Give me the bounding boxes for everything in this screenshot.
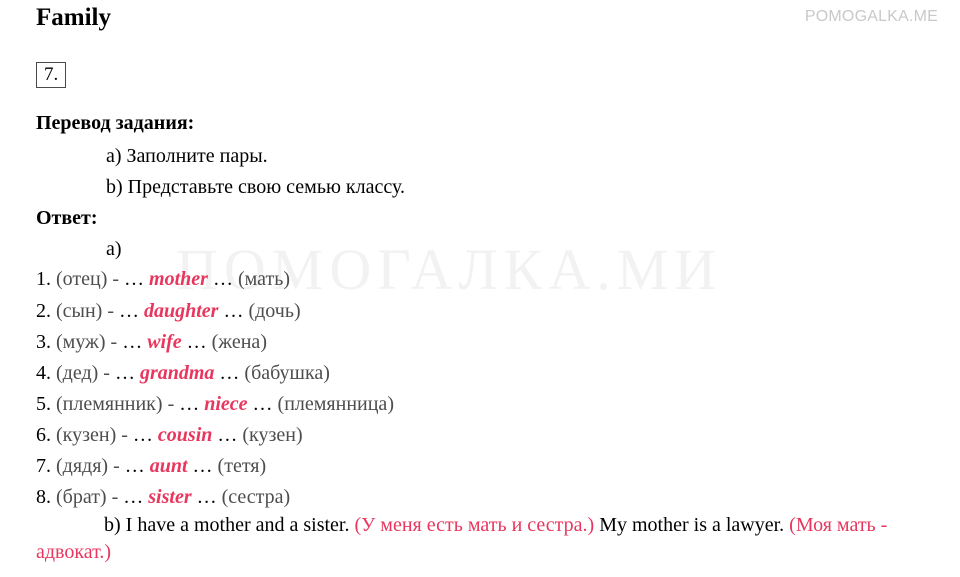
pair-dots-after: … bbox=[217, 424, 238, 446]
part-b-label: b) bbox=[104, 514, 121, 536]
page-title: Family bbox=[36, 4, 111, 31]
watermark-site-name: POMOGALKA.ME bbox=[804, 8, 938, 25]
pair-translation: (дочь) bbox=[248, 300, 301, 322]
pair-translation: (племянница) bbox=[277, 393, 394, 415]
pair-dots-before: … bbox=[123, 486, 144, 508]
pair-number: 5. bbox=[36, 393, 51, 415]
pair-prompt: (дед) - bbox=[56, 362, 110, 384]
pair-number: 4. bbox=[36, 362, 51, 384]
pair-dots-after: … bbox=[223, 300, 244, 322]
pair-dots-after: … bbox=[252, 393, 273, 415]
pair-row: 8. (брат) - … sister … (сестра) bbox=[36, 486, 290, 509]
pair-answer: grandma bbox=[139, 362, 215, 384]
pair-answer: niece bbox=[204, 393, 248, 415]
pair-dots-before: … bbox=[124, 455, 145, 477]
translation-line-b: b) Представьте свою семью классу. bbox=[106, 176, 405, 198]
pair-answer: mother bbox=[149, 268, 208, 290]
pair-number: 1. bbox=[36, 268, 51, 290]
pair-dots-before: … bbox=[114, 362, 135, 384]
part-b-sentence-2: My mother is a lawyer. bbox=[599, 514, 785, 536]
pair-answer: cousin bbox=[157, 424, 213, 446]
pair-dots-after: … bbox=[192, 455, 213, 477]
pair-translation: (мать) bbox=[237, 268, 291, 290]
part-b-sentence-1: I have a mother and a sister. bbox=[125, 514, 350, 536]
pair-number: 8. bbox=[36, 486, 51, 508]
answer-part-a-label: a) bbox=[106, 238, 122, 260]
pair-prompt: (дядя) - bbox=[56, 455, 120, 477]
part-b-note-1: (У меня есть мать и сестра.) bbox=[354, 514, 595, 536]
pair-row: 3. (муж) - … wife … (жена) bbox=[36, 331, 267, 354]
pair-answer: daughter bbox=[144, 300, 219, 322]
pair-translation: (сестра) bbox=[221, 486, 291, 508]
pair-prompt: (кузен) - bbox=[56, 424, 128, 446]
pair-number: 7. bbox=[36, 455, 51, 477]
pair-row: 6. (кузен) - … cousin … (кузен) bbox=[36, 424, 303, 447]
pair-dots-after: … bbox=[219, 362, 240, 384]
pair-translation: (жена) bbox=[211, 331, 267, 353]
document-page: ПОМОГАЛКА.МИ POMOGALKA.ME Family 7. Пере… bbox=[0, 0, 960, 577]
pair-number: 3. bbox=[36, 331, 51, 353]
pair-dots-before: … bbox=[122, 331, 143, 353]
pair-dots-before: … bbox=[179, 393, 200, 415]
pair-prompt: (сын) - bbox=[56, 300, 114, 322]
pair-dots-before: … bbox=[124, 268, 145, 290]
pair-row: 4. (дед) - … grandma … (бабушка) bbox=[36, 362, 330, 385]
pair-row: 7. (дядя) - … aunt … (тетя) bbox=[36, 455, 266, 478]
pair-row: 1. (отец) - … mother … (мать) bbox=[36, 268, 290, 291]
pair-translation: (бабушка) bbox=[244, 362, 330, 384]
pair-prompt: (отец) - bbox=[56, 268, 120, 290]
pair-row: 5. (племянник) - … niece … (племянница) bbox=[36, 393, 394, 416]
pair-dots-after: … bbox=[212, 268, 233, 290]
translation-line-a: a) Заполните пары. bbox=[106, 145, 268, 167]
pair-prompt: (племянник) - bbox=[56, 393, 175, 415]
pair-prompt: (муж) - bbox=[56, 331, 118, 353]
pair-prompt: (брат) - bbox=[56, 486, 119, 508]
pair-translation: (тетя) bbox=[217, 455, 267, 477]
answer-heading: Ответ: bbox=[36, 207, 98, 229]
pair-dots-before: … bbox=[132, 424, 153, 446]
pair-answer: sister bbox=[148, 486, 192, 508]
pair-number: 6. bbox=[36, 424, 51, 446]
pair-dots-after: … bbox=[196, 486, 217, 508]
pair-row: 2. (сын) - … daughter … (дочь) bbox=[36, 300, 301, 323]
task-number-badge: 7. bbox=[36, 62, 67, 88]
answer-part-b: b) I have a mother and a sister. (У меня… bbox=[36, 512, 946, 566]
pair-translation: (кузен) bbox=[242, 424, 303, 446]
pair-answer: wife bbox=[147, 331, 182, 353]
pair-dots-before: … bbox=[119, 300, 139, 322]
pair-dots-after: … bbox=[186, 331, 207, 353]
translation-heading: Перевод задания: bbox=[36, 112, 195, 134]
pair-number: 2. bbox=[36, 300, 51, 322]
pair-answer: aunt bbox=[149, 455, 188, 477]
